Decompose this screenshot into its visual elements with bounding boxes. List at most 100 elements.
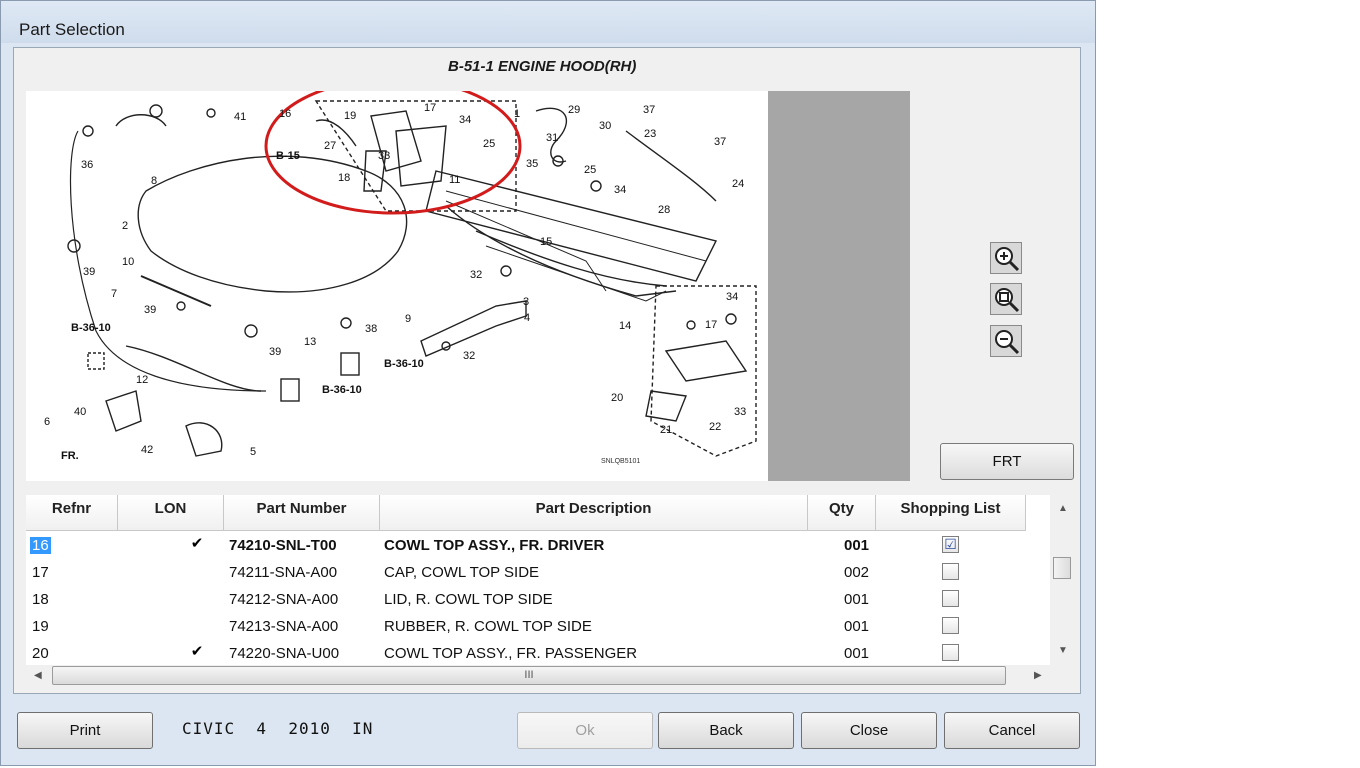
shopping-list-checkbox[interactable] xyxy=(942,590,959,607)
svg-text:3: 3 xyxy=(523,296,529,308)
print-button[interactable]: Print xyxy=(17,712,153,749)
parts-diagram[interactable]: 16 19 17 34 27 B-15 33 18 1 29 37 30 23 … xyxy=(26,77,768,481)
row-part-number: 74212-SNA-A00 xyxy=(229,591,339,608)
title-bar[interactable]: Part Selection xyxy=(1,1,1095,43)
zoom-out-button[interactable] xyxy=(990,325,1022,357)
table-row[interactable]: 20 ✔ 74220-SNA-U00 COWL TOP ASSY., FR. P… xyxy=(26,640,1050,665)
header-part-number[interactable]: Part Number xyxy=(224,495,380,531)
parts-table: Refnr LON Part Number Part Description Q… xyxy=(26,495,1050,665)
row-qty: 001 xyxy=(844,537,870,554)
svg-text:1: 1 xyxy=(514,108,520,120)
svg-text:31: 31 xyxy=(546,132,558,144)
svg-text:24: 24 xyxy=(732,178,744,190)
svg-text:41: 41 xyxy=(234,111,246,123)
svg-text:40: 40 xyxy=(74,406,86,418)
svg-text:32: 32 xyxy=(463,350,475,362)
zoom-in-button[interactable] xyxy=(990,242,1022,274)
svg-text:12: 12 xyxy=(136,374,148,386)
svg-text:35: 35 xyxy=(526,158,538,170)
svg-text:23: 23 xyxy=(644,128,656,140)
diagram-title: B-51-1 ENGINE HOOD(RH) xyxy=(448,58,637,75)
table-row[interactable]: 19 74213-SNA-A00 RUBBER, R. COWL TOP SID… xyxy=(26,613,1050,640)
scroll-up-icon[interactable]: ▲ xyxy=(1058,503,1068,514)
scroll-down-icon[interactable]: ▼ xyxy=(1058,645,1068,656)
scroll-left-icon[interactable]: ◀ xyxy=(34,670,42,681)
table-row[interactable]: 17 74211-SNA-A00 CAP, COWL TOP SIDE 002 xyxy=(26,559,1050,586)
header-qty[interactable]: Qty xyxy=(808,495,876,531)
svg-text:27: 27 xyxy=(324,140,336,152)
svg-text:37: 37 xyxy=(714,136,726,148)
svg-text:B-36-10: B-36-10 xyxy=(71,322,111,334)
row-part-number: 74220-SNA-U00 xyxy=(229,645,340,662)
svg-text:B-36-10: B-36-10 xyxy=(322,384,362,396)
svg-text:17: 17 xyxy=(705,319,717,331)
header-shopping-list[interactable]: Shopping List xyxy=(876,495,1026,531)
highlight-ellipse xyxy=(264,77,522,215)
svg-text:6: 6 xyxy=(44,416,50,428)
svg-text:17: 17 xyxy=(424,102,436,114)
row-qty: 002 xyxy=(844,564,870,581)
table-horizontal-scrollbar[interactable]: ◀ III ▶ xyxy=(26,665,1050,687)
close-button[interactable]: Close xyxy=(801,712,937,749)
ok-button[interactable]: Ok xyxy=(517,712,653,749)
svg-text:18: 18 xyxy=(338,172,350,184)
row-description: LID, R. COWL TOP SIDE xyxy=(384,591,553,608)
svg-text:11: 11 xyxy=(449,174,460,186)
svg-text:B-15: B-15 xyxy=(276,150,300,162)
shopping-list-checkbox[interactable]: ☑ xyxy=(942,536,959,553)
row-qty: 001 xyxy=(844,645,870,662)
frt-button[interactable]: FRT xyxy=(940,443,1074,480)
row-description: COWL TOP ASSY., FR. PASSENGER xyxy=(384,645,638,662)
table-row[interactable]: 16 ✔ 74210-SNL-T00 COWL TOP ASSY., FR. D… xyxy=(26,532,1050,559)
diagram-code: SNLQB5101 xyxy=(601,458,640,465)
svg-text:FR.: FR. xyxy=(61,450,79,462)
shopping-list-checkbox[interactable] xyxy=(942,563,959,580)
diagram-side-panel xyxy=(768,91,910,481)
svg-text:9: 9 xyxy=(405,313,411,325)
svg-text:30: 30 xyxy=(599,120,611,132)
svg-text:34: 34 xyxy=(614,184,626,196)
shopping-list-checkbox[interactable] xyxy=(942,644,959,661)
svg-text:33: 33 xyxy=(378,150,390,162)
window-title: Part Selection xyxy=(19,20,125,39)
scroll-right-icon[interactable]: ▶ xyxy=(1034,670,1042,681)
horizontal-scroll-thumb[interactable]: III xyxy=(52,666,1006,685)
zoom-in-icon xyxy=(995,247,1020,272)
row-part-number: 74213-SNA-A00 xyxy=(229,618,339,635)
row-refnr: 18 xyxy=(32,591,49,608)
svg-text:19: 19 xyxy=(344,110,356,122)
svg-text:37: 37 xyxy=(643,104,655,116)
row-qty: 001 xyxy=(844,618,870,635)
row-description: RUBBER, R. COWL TOP SIDE xyxy=(384,618,592,635)
row-lon-check: ✔ xyxy=(178,640,216,664)
svg-text:5: 5 xyxy=(250,446,256,458)
shopping-list-checkbox[interactable] xyxy=(942,617,959,634)
row-description: CAP, COWL TOP SIDE xyxy=(384,564,540,581)
header-refnr[interactable]: Refnr xyxy=(26,495,118,531)
svg-text:13: 13 xyxy=(304,336,316,348)
vertical-scroll-thumb[interactable] xyxy=(1053,557,1071,579)
svg-text:34: 34 xyxy=(459,114,471,126)
svg-text:25: 25 xyxy=(483,138,495,150)
svg-text:4: 4 xyxy=(524,312,530,324)
svg-text:15: 15 xyxy=(540,236,552,248)
svg-text:25: 25 xyxy=(584,164,596,176)
svg-text:22: 22 xyxy=(709,421,721,433)
svg-text:32: 32 xyxy=(470,269,482,281)
vehicle-info: CIVIC 4 2010 IN xyxy=(182,719,374,738)
zoom-fit-button[interactable] xyxy=(990,283,1022,315)
header-part-description[interactable]: Part Description xyxy=(380,495,808,531)
table-row[interactable]: 18 74212-SNA-A00 LID, R. COWL TOP SIDE 0… xyxy=(26,586,1050,613)
svg-text:33: 33 xyxy=(734,406,746,418)
cancel-button[interactable]: Cancel xyxy=(944,712,1080,749)
svg-text:39: 39 xyxy=(144,304,156,316)
table-vertical-scrollbar[interactable]: ▲ ▼ xyxy=(1050,495,1076,665)
header-lon[interactable]: LON xyxy=(118,495,224,531)
svg-text:36: 36 xyxy=(81,159,93,171)
row-lon-check: ✔ xyxy=(178,532,216,556)
row-refnr: 16 xyxy=(30,537,51,554)
svg-text:B-36-10: B-36-10 xyxy=(384,358,424,370)
back-button[interactable]: Back xyxy=(658,712,794,749)
row-part-number: 74211-SNA-A00 xyxy=(229,564,338,581)
svg-text:39: 39 xyxy=(269,346,281,358)
